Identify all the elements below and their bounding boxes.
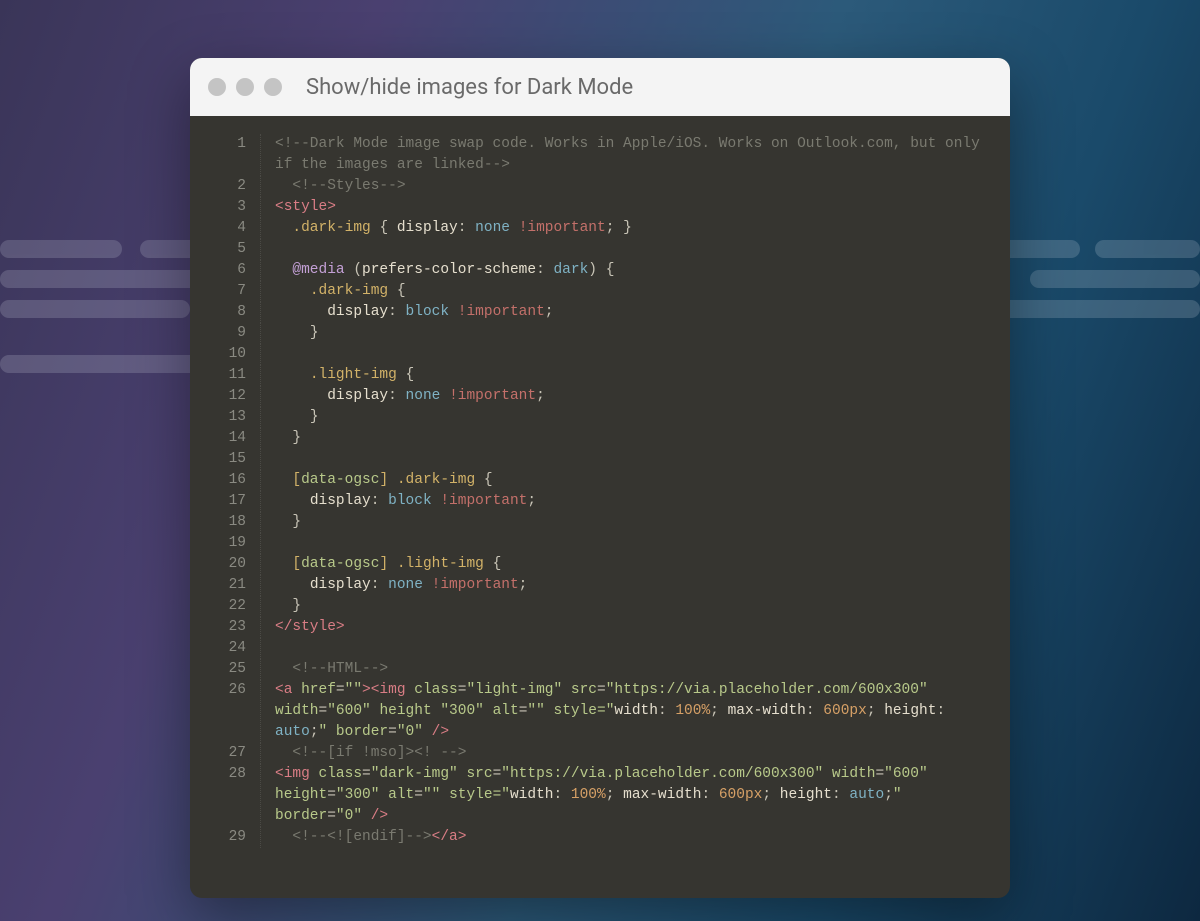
code-line: } <box>260 596 990 617</box>
minimize-icon[interactable] <box>236 78 254 96</box>
code-editor[interactable]: 1 2 3 4 5 6 7 8 9 10 11 12 13 14 15 16 1… <box>190 116 1010 898</box>
code-line: } <box>260 407 990 428</box>
code-line: <!--HTML--> <box>260 659 990 680</box>
code-line: <!--[if !mso]><! --> <box>260 743 990 764</box>
line-number-gutter: 1 2 3 4 5 6 7 8 9 10 11 12 13 14 15 16 1… <box>190 134 260 898</box>
code-line: } <box>260 428 990 449</box>
code-line: .light-img { <box>260 365 990 386</box>
close-icon[interactable] <box>208 78 226 96</box>
code-line: [data-ogsc] .light-img { <box>260 554 990 575</box>
code-line: display: none !important; <box>260 575 990 596</box>
code-line: .dark-img { display: none !important; } <box>260 218 990 239</box>
code-line <box>260 344 990 365</box>
code-line: <img class="dark-img" src="https://via.p… <box>260 764 990 827</box>
code-line: <!--Styles--> <box>260 176 990 197</box>
maximize-icon[interactable] <box>264 78 282 96</box>
editor-window: Show/hide images for Dark Mode 1 2 3 4 5… <box>190 58 1010 898</box>
window-title: Show/hide images for Dark Mode <box>306 75 633 100</box>
code-line: display: block !important; <box>260 302 990 323</box>
code-line <box>260 533 990 554</box>
window-titlebar: Show/hide images for Dark Mode <box>190 58 1010 116</box>
code-line: display: block !important; <box>260 491 990 512</box>
code-line: [data-ogsc] .dark-img { <box>260 470 990 491</box>
code-line: @media (prefers-color-scheme: dark) { <box>260 260 990 281</box>
code-content[interactable]: <!--Dark Mode image swap code. Works in … <box>260 134 1010 898</box>
code-line: <style> <box>260 197 990 218</box>
code-line: } <box>260 323 990 344</box>
code-line: display: none !important; <box>260 386 990 407</box>
code-line: .dark-img { <box>260 281 990 302</box>
code-line: <!--Dark Mode image swap code. Works in … <box>260 134 990 176</box>
code-line: </style> <box>260 617 990 638</box>
code-line: <a href=""><img class="light-img" src="h… <box>260 680 990 743</box>
code-line <box>260 638 990 659</box>
code-line <box>260 239 990 260</box>
code-line <box>260 449 990 470</box>
code-line: <!--<![endif]--></a> <box>260 827 990 848</box>
code-line: } <box>260 512 990 533</box>
